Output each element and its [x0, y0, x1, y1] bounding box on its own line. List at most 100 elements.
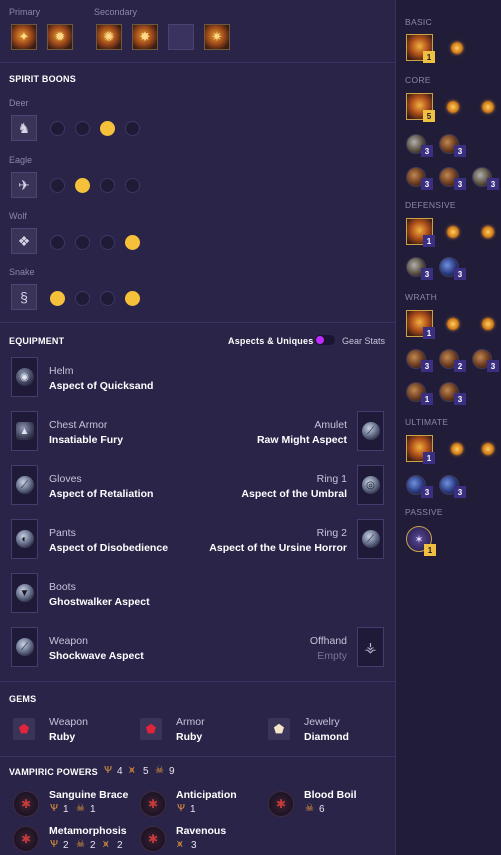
- secondary-skill-3-empty[interactable]: [168, 24, 194, 50]
- ultimate-upgrade-node[interactable]: [451, 443, 463, 455]
- node-rank: 3: [454, 268, 466, 280]
- amulet-slot[interactable]: ⟋: [357, 411, 384, 451]
- boon-dot-active[interactable]: [125, 291, 140, 306]
- wrath-upgrade-node[interactable]: [482, 318, 494, 330]
- weapon-slot[interactable]: ⟋: [11, 627, 38, 667]
- core-passive-node[interactable]: 3: [472, 167, 499, 190]
- defensive-passive-node[interactable]: 3: [406, 257, 433, 280]
- rank-badge: 1: [423, 51, 435, 63]
- boon-dot[interactable]: [50, 121, 65, 136]
- primary-skill-2[interactable]: ✹: [47, 24, 73, 50]
- boon-dot-active[interactable]: [75, 178, 90, 193]
- wrath-passive-node[interactable]: 3: [406, 349, 433, 372]
- amulet-aspect[interactable]: Raw Might Aspect: [257, 434, 347, 446]
- rank-badge: 5: [423, 110, 435, 122]
- skull-icon: ☠: [76, 803, 85, 814]
- amulet-label: Amulet: [314, 419, 347, 431]
- weapon-aspect[interactable]: Shockwave Aspect: [49, 650, 144, 662]
- helm-aspect[interactable]: Aspect of Quicksand: [49, 380, 153, 392]
- defensive-skill[interactable]: 1: [406, 218, 435, 247]
- bear-icon: ✹: [54, 29, 66, 44]
- boon-dot[interactable]: [125, 121, 140, 136]
- gem-jewelry-value[interactable]: Diamond: [304, 731, 349, 743]
- boon-dot[interactable]: [75, 291, 90, 306]
- offhand-slot[interactable]: ⚶: [357, 627, 384, 667]
- boots-slot[interactable]: ▼: [11, 573, 38, 613]
- amulet-icon: ⟋: [361, 422, 380, 440]
- ultimate-passive-node[interactable]: 3: [406, 475, 433, 498]
- helm-slot[interactable]: ◉: [11, 357, 38, 397]
- ring-1-slot[interactable]: ◎: [357, 465, 384, 505]
- gear-toggle[interactable]: [315, 335, 335, 345]
- offhand-empty: Empty: [317, 650, 347, 662]
- ring-2-slot[interactable]: ⟋: [357, 519, 384, 559]
- wrath-passive-node[interactable]: 1: [406, 382, 433, 405]
- core-passive-node[interactable]: 3: [406, 167, 433, 190]
- boon-dot[interactable]: [75, 235, 90, 250]
- boon-dot[interactable]: [100, 178, 115, 193]
- defensive-upgrade-node[interactable]: [447, 226, 459, 238]
- pants-slot[interactable]: ◐: [11, 519, 38, 559]
- gloves-slot[interactable]: ⟋: [11, 465, 38, 505]
- boon-dot[interactable]: [50, 235, 65, 250]
- secondary-skill-4[interactable]: ✷: [204, 24, 230, 50]
- ravenous-icon[interactable]: ✱: [140, 826, 166, 852]
- boon-dot-active[interactable]: [50, 291, 65, 306]
- core-passive-node[interactable]: 3: [439, 167, 466, 190]
- pants-aspect[interactable]: Aspect of Disobedience: [49, 542, 168, 554]
- defensive-label: DEFENSIVE: [405, 200, 456, 210]
- primary-skill-1[interactable]: ✦: [11, 24, 37, 50]
- boon-dot[interactable]: [100, 291, 115, 306]
- core-upgrade-node[interactable]: [447, 101, 459, 113]
- skull-icon: ☠: [76, 839, 85, 850]
- core-passive-node[interactable]: 3: [439, 134, 466, 157]
- helm-icon: ◉: [15, 368, 34, 386]
- secondary-skill-2[interactable]: ✸: [132, 24, 158, 50]
- boon-dot[interactable]: [75, 121, 90, 136]
- boon-dot[interactable]: [100, 235, 115, 250]
- boon-dot-active[interactable]: [125, 235, 140, 250]
- defensive-upgrade-node[interactable]: [482, 226, 494, 238]
- node-rank: 3: [421, 360, 433, 372]
- sanguine-brace-icon[interactable]: ✱: [13, 791, 39, 817]
- ring-2-aspect[interactable]: Aspect of the Ursine Horror: [209, 542, 347, 554]
- chest-armor-slot[interactable]: ▲: [11, 411, 38, 451]
- boon-dot-active[interactable]: [100, 121, 115, 136]
- ring-1-label: Ring 1: [316, 473, 347, 485]
- core-skill[interactable]: 5: [406, 93, 435, 122]
- defensive-passive-node[interactable]: 3: [439, 257, 466, 280]
- gloves-aspect[interactable]: Aspect of Retaliation: [49, 488, 153, 500]
- ruby-gem-icon: ⬟: [140, 718, 162, 740]
- basic-skill[interactable]: 1: [406, 34, 435, 63]
- metamorphosis-icon[interactable]: ✱: [13, 826, 39, 852]
- boon-dot[interactable]: [50, 178, 65, 193]
- gem-weapon-value[interactable]: Ruby: [49, 731, 75, 743]
- boots-aspect[interactable]: Ghostwalker Aspect: [49, 596, 150, 608]
- primary-label: Primary: [9, 7, 40, 17]
- wrath-upgrade-node[interactable]: [447, 318, 459, 330]
- vampiric-powers-title: VAMPIRIC POWERS: [9, 767, 98, 777]
- ring-1-aspect[interactable]: Aspect of the Umbral: [241, 488, 347, 500]
- ultimate-upgrade-node[interactable]: [482, 443, 494, 455]
- secondary-skill-1[interactable]: ✺: [96, 24, 122, 50]
- chest-armor-aspect[interactable]: Insatiable Fury: [49, 434, 123, 446]
- wrath-passive-node[interactable]: 3: [439, 382, 466, 405]
- key-passive-icon[interactable]: ✶ 1: [406, 526, 436, 556]
- ultimate-passive-node[interactable]: 3: [439, 475, 466, 498]
- rank-badge: 1: [423, 327, 435, 339]
- skill-tree-panel: BASIC 1 CORE 5 3 3 3 3 3 DEFENSIVE 1 3 3…: [395, 0, 501, 855]
- wrath-skill[interactable]: 1: [406, 310, 435, 339]
- weapon-label: Weapon: [49, 635, 88, 647]
- gem-armor-value[interactable]: Ruby: [176, 731, 202, 743]
- skull-icon: ☠: [155, 765, 164, 776]
- boon-dot[interactable]: [125, 178, 140, 193]
- basic-upgrade-node[interactable]: [451, 42, 463, 54]
- wrath-passive-node[interactable]: 2: [439, 349, 466, 372]
- wrath-passive-node[interactable]: 3: [472, 349, 499, 372]
- equipment-title: EQUIPMENT: [9, 336, 65, 346]
- anticipation-icon[interactable]: ✱: [140, 791, 166, 817]
- core-upgrade-node[interactable]: [482, 101, 494, 113]
- core-passive-node[interactable]: 3: [406, 134, 433, 157]
- blood-boil-icon[interactable]: ✱: [268, 791, 294, 817]
- ultimate-skill[interactable]: 1: [406, 435, 435, 464]
